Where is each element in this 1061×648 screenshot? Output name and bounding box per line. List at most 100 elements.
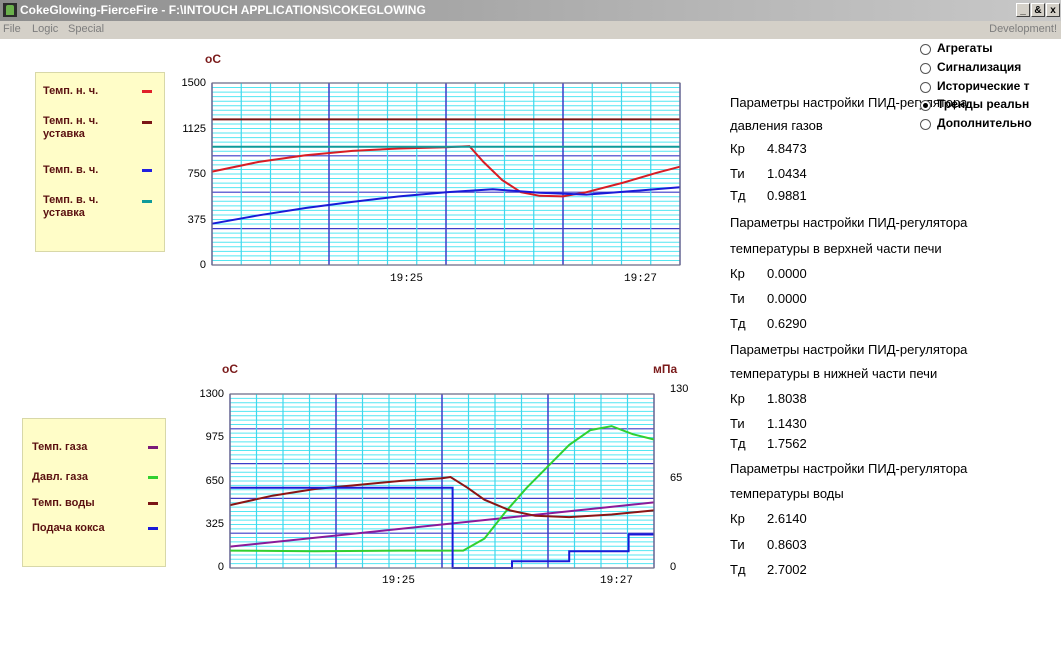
y-tick: 975 xyxy=(205,431,224,443)
param-key: Тд xyxy=(730,562,746,577)
menu-bar: File Logic Special Development! xyxy=(0,21,1061,39)
plot-border xyxy=(229,393,655,569)
plot-area xyxy=(229,393,655,569)
title-bar: CokeGlowing-FierceFire - F:\INTOUCH APPL… xyxy=(0,0,1061,21)
series-line xyxy=(211,145,681,198)
radio-dot[interactable] xyxy=(920,82,931,93)
legend-swatch xyxy=(148,476,158,479)
legend-item-lower-temp-setpoint: Темп. н. ч. уставка xyxy=(43,115,99,140)
param-value: 1.0434 xyxy=(767,166,807,181)
y-tick: 1300 xyxy=(199,388,224,400)
param-value: 4.8473 xyxy=(767,141,807,156)
y-tick: 375 xyxy=(187,214,206,226)
param-value: 0.6290 xyxy=(767,316,807,331)
y-tick: 0 xyxy=(199,259,206,271)
menu-file[interactable]: File xyxy=(3,23,21,35)
param-title: давления газов xyxy=(730,118,823,133)
param-title: Параметры настройки ПИД-регулятора xyxy=(730,342,968,357)
radio-label: Сигнализация xyxy=(937,60,1022,74)
radio-dot[interactable] xyxy=(920,44,931,55)
param-value: 2.7002 xyxy=(767,562,807,577)
param-value: 0.0000 xyxy=(767,291,807,306)
param-key: Тд xyxy=(730,188,746,203)
param-key: Кр xyxy=(730,391,745,406)
minimize-button[interactable]: _ xyxy=(1016,3,1030,17)
param-key: Ти xyxy=(730,416,745,431)
param-key: Кр xyxy=(730,266,745,281)
series-line xyxy=(211,186,681,225)
legend-item-lower-temp: Темп. н. ч. xyxy=(43,85,99,97)
param-value: 2.6140 xyxy=(767,511,807,526)
series-line xyxy=(230,486,654,569)
param-title: Параметры настройки ПИД-регулятора xyxy=(730,461,968,476)
legend-swatch xyxy=(142,169,152,172)
legend-item-upper-temp-setpoint: Темп. в. ч. уставка xyxy=(43,194,99,219)
bottom-chart-unit-left: оС xyxy=(222,362,238,376)
close-button[interactable]: x xyxy=(1046,3,1060,17)
y-tick: 750 xyxy=(187,168,206,180)
param-key: Ти xyxy=(730,291,745,306)
param-key: Тд xyxy=(730,316,746,331)
series-line xyxy=(229,425,655,553)
legend-item-coke-feed: Подача кокса xyxy=(32,522,105,534)
legend-swatch xyxy=(142,90,152,93)
window-title: CokeGlowing-FierceFire - F:\INTOUCH APPL… xyxy=(20,3,426,17)
param-key: Ти xyxy=(730,537,745,552)
legend-swatch xyxy=(142,200,152,203)
top-chart-unit: оС xyxy=(205,52,221,66)
legend-swatch xyxy=(142,121,152,124)
param-title: температуры в нижней части печи xyxy=(730,366,938,381)
menu-special[interactable]: Special xyxy=(68,23,104,35)
restore-button[interactable]: & xyxy=(1031,3,1045,17)
y-right-tick: 0 xyxy=(670,561,677,573)
param-value: 1.1430 xyxy=(767,416,807,431)
param-value: 0.0000 xyxy=(767,266,807,281)
radio-label: Агрегаты xyxy=(937,41,993,55)
y-tick: 1125 xyxy=(182,123,206,135)
param-key: Ти xyxy=(730,166,745,181)
radio-label: Дополнительно xyxy=(937,116,1032,130)
legend-item-gas-pressure: Давл. газа xyxy=(32,471,88,483)
legend-item-upper-temp: Темп. в. ч. xyxy=(43,164,99,176)
plot-area xyxy=(211,82,681,266)
development-label: Development! xyxy=(989,23,1057,35)
radio-dot[interactable] xyxy=(920,119,931,130)
y-right-tick: 130 xyxy=(670,383,689,395)
y-tick: 0 xyxy=(217,561,224,573)
x-tick: 19:25 xyxy=(390,273,424,285)
param-title: Параметры настройки ПИД-регулятора xyxy=(730,215,968,230)
param-title: температуры в верхней части печи xyxy=(730,241,942,256)
y-tick: 325 xyxy=(205,518,224,530)
legend-swatch xyxy=(148,527,158,530)
param-value: 0.9881 xyxy=(767,188,807,203)
radio-label: Исторические т xyxy=(937,79,1030,93)
view-selector: Агрегаты Сигнализация Исторические т Тре… xyxy=(920,41,1061,136)
bottom-chart-legend: Темп. газа Давл. газа Темп. воды Подача … xyxy=(22,418,166,567)
legend-swatch xyxy=(148,446,158,449)
param-value: 1.7562 xyxy=(767,436,807,451)
x-tick: 19:27 xyxy=(600,575,634,587)
top-chart-legend: Темп. н. ч. Темп. н. ч. уставка Темп. в.… xyxy=(35,72,165,252)
y-tick: 1500 xyxy=(181,77,206,89)
legend-item-water-temp: Темп. воды xyxy=(32,497,95,509)
param-key: Кр xyxy=(730,141,745,156)
param-key: Тд xyxy=(730,436,746,451)
y-right-tick: 65 xyxy=(670,472,683,484)
radio-dot[interactable] xyxy=(920,63,931,74)
param-title: температуры воды xyxy=(730,486,844,501)
series-line xyxy=(229,475,655,519)
param-value: 0.8603 xyxy=(767,537,807,552)
y-tick: 650 xyxy=(205,475,224,487)
param-value: 1.8038 xyxy=(767,391,807,406)
x-tick: 19:25 xyxy=(382,575,416,587)
menu-logic[interactable]: Logic xyxy=(32,23,58,35)
series-line xyxy=(229,501,655,548)
radio-label: Тренды реальн xyxy=(937,97,1030,111)
legend-item-gas-temp: Темп. газа xyxy=(32,441,88,453)
x-tick: 19:27 xyxy=(624,273,658,285)
legend-swatch xyxy=(148,502,158,505)
radio-dot[interactable] xyxy=(920,100,931,111)
plot-border xyxy=(211,82,681,266)
bottom-chart-unit-right: мПа xyxy=(653,362,678,376)
param-key: Кр xyxy=(730,511,745,526)
